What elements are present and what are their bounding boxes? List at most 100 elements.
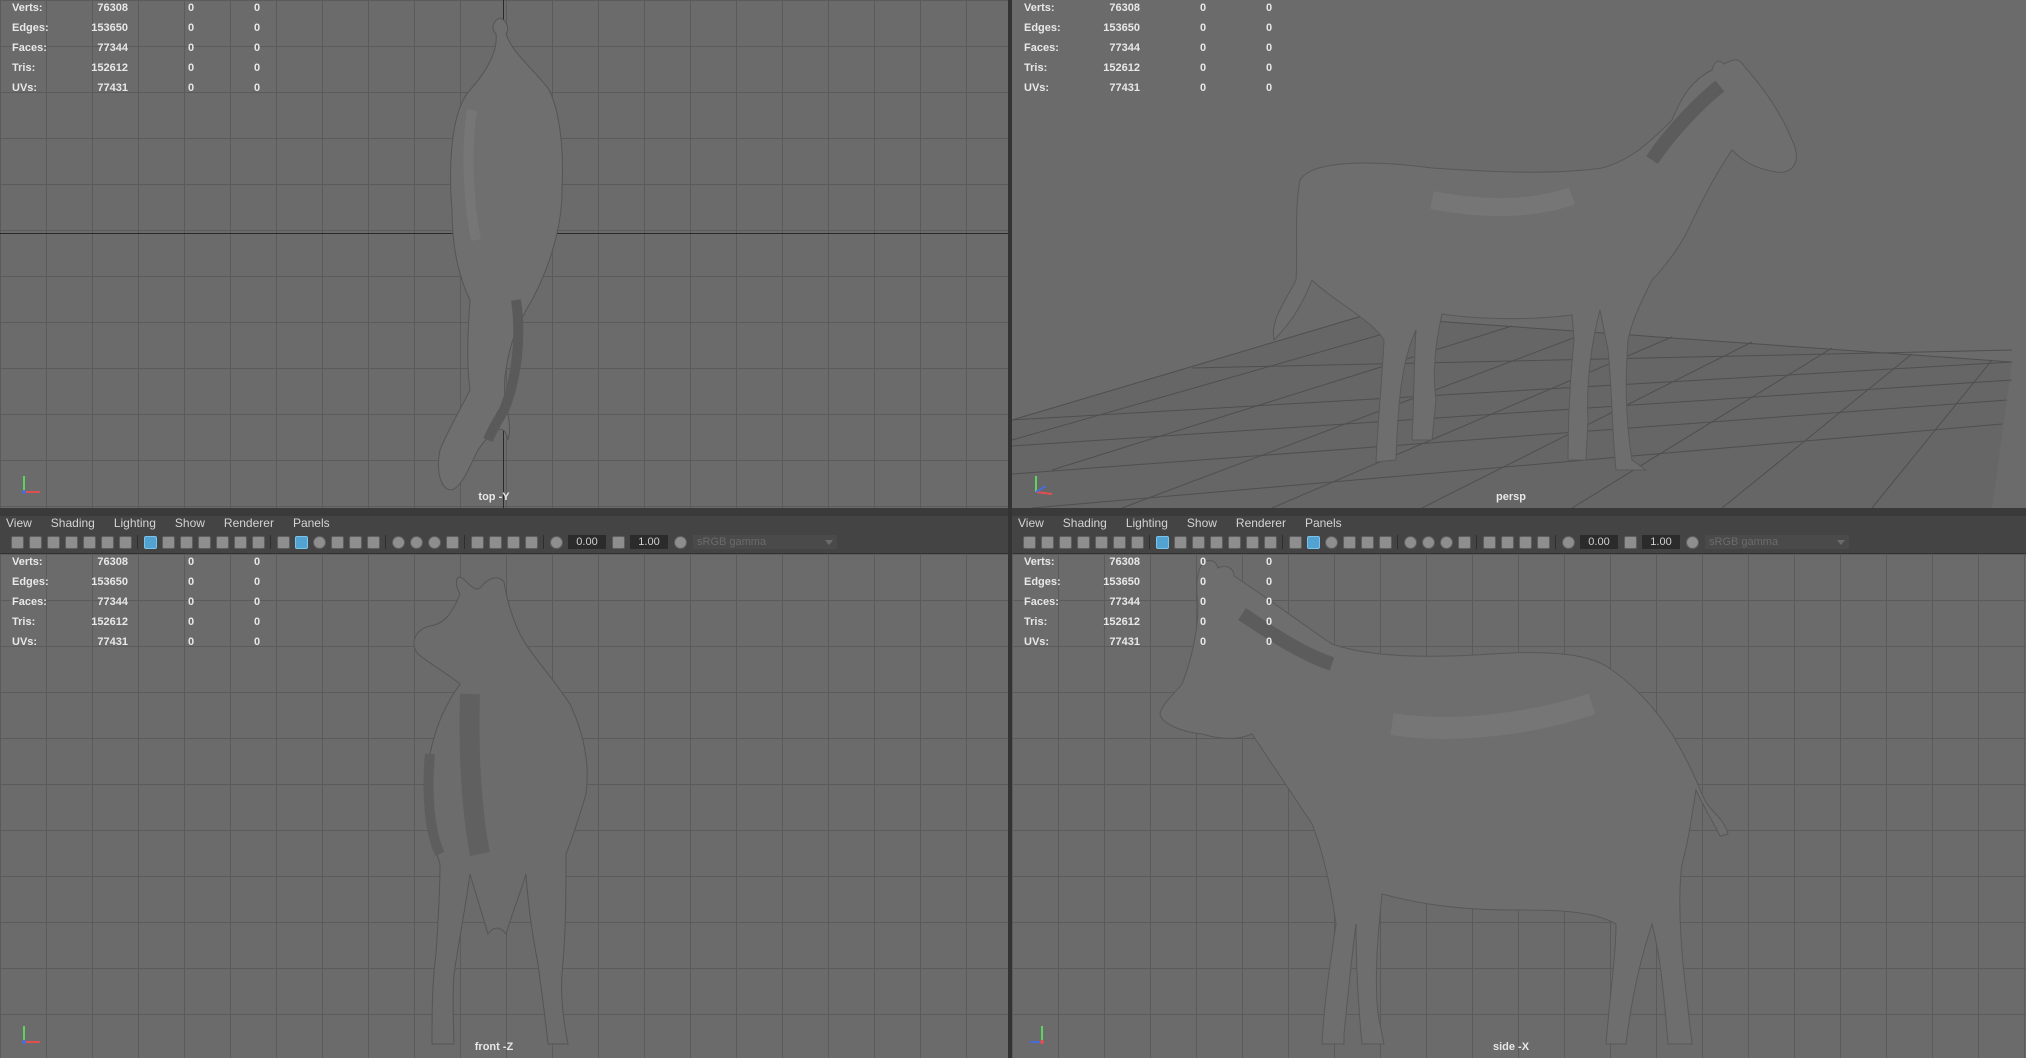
smooth-shade-icon[interactable]	[1306, 535, 1320, 549]
camera-attributes-icon[interactable]	[1058, 535, 1072, 549]
gate-mask-icon[interactable]	[197, 535, 211, 549]
film-gate-icon[interactable]	[1173, 535, 1187, 549]
shadows-icon[interactable]	[1403, 535, 1417, 549]
grease-pencil-icon[interactable]	[118, 535, 132, 549]
exposure-field[interactable]: 0.00	[568, 535, 606, 549]
gamma-field[interactable]: 1.00	[630, 535, 668, 549]
menu-show[interactable]: Show	[1187, 516, 1217, 530]
menu-panels[interactable]: Panels	[293, 516, 330, 530]
screen-space-ao-icon[interactable]	[1421, 535, 1435, 549]
resolution-gate-icon[interactable]	[179, 535, 193, 549]
grease-pencil-icon[interactable]	[1130, 535, 1144, 549]
safe-action-icon[interactable]	[233, 535, 247, 549]
wireframe-on-shaded-icon[interactable]	[1342, 535, 1356, 549]
menu-view[interactable]: View	[1018, 516, 1044, 530]
viewport-front[interactable]: Verts: 76308 0 0 Edges: 153650 0 0 Faces: 77344…	[0, 554, 1008, 1058]
motion-blur-icon[interactable]	[1439, 535, 1453, 549]
shadows-icon[interactable]	[391, 535, 405, 549]
menu-show[interactable]: Show	[175, 516, 205, 530]
exposure-icon[interactable]	[549, 535, 563, 549]
view-transform-dropdown[interactable]: sRGB gamma	[693, 535, 837, 549]
poly-count-hud: Verts: 76308 0 0 Edges: 153650 0 0 Faces: 77344…	[1024, 2, 1284, 102]
viewport-top[interactable]: Verts: 76308 0 0 Edges: 153650 0 0 Faces: 77344…	[0, 0, 1008, 508]
2d-pan-zoom-icon[interactable]	[100, 535, 114, 549]
hud-row-verts: Verts: 76308 0 0	[1024, 2, 1273, 14]
xray-joints-icon[interactable]	[1536, 535, 1550, 549]
hud-row-faces: Faces: 77344 0 0	[1024, 42, 1273, 54]
menu-lighting[interactable]: Lighting	[114, 516, 156, 530]
viewport-persp[interactable]: Verts: 76308 0 0 Edges: 153650 0 0 Faces: 77344…	[1012, 0, 2026, 508]
hud-row-uvs: UVs: 77431 0 0	[12, 636, 261, 648]
gamma-icon[interactable]	[1623, 535, 1637, 549]
hud-row-tris: Tris: 152612 0 0	[1024, 62, 1273, 74]
smooth-shade-icon[interactable]	[294, 535, 308, 549]
menu-view[interactable]: View	[6, 516, 32, 530]
safe-title-icon[interactable]	[1263, 535, 1277, 549]
bookmark-icon[interactable]	[64, 535, 78, 549]
camera-label: side -X	[1492, 1041, 1530, 1053]
menu-shading[interactable]: Shading	[51, 516, 95, 530]
field-chart-icon[interactable]	[215, 535, 229, 549]
camera-icon[interactable]	[10, 535, 24, 549]
lights-icon[interactable]	[1378, 535, 1392, 549]
image-plane-icon[interactable]	[82, 535, 96, 549]
hud-row-verts: Verts: 76308 0 0	[12, 2, 261, 14]
poly-count-hud: Verts: 76308 0 0 Edges: 153650 0 0 Faces: 77344…	[12, 556, 272, 656]
xray-active-icon[interactable]	[1518, 535, 1532, 549]
panel-toolbar: 0.00 1.00 sRGB gamma	[0, 531, 1008, 554]
xray-icon[interactable]	[488, 535, 502, 549]
exposure-field[interactable]: 0.00	[1580, 535, 1618, 549]
menu-lighting[interactable]: Lighting	[1126, 516, 1168, 530]
wireframe-on-shaded-icon[interactable]	[330, 535, 344, 549]
exposure-icon[interactable]	[1561, 535, 1575, 549]
gate-mask-icon[interactable]	[1209, 535, 1223, 549]
hud-row-faces: Faces: 77344 0 0	[1024, 596, 1273, 608]
hud-row-tris: Tris: 152612 0 0	[1024, 616, 1273, 628]
camera-attributes-icon[interactable]	[46, 535, 60, 549]
menu-panels[interactable]: Panels	[1305, 516, 1342, 530]
camera-lock-icon[interactable]	[28, 535, 42, 549]
image-plane-icon[interactable]	[1094, 535, 1108, 549]
hud-row-edges: Edges: 153650 0 0	[12, 22, 261, 34]
panel-toolbar: 0.00 1.00 sRGB gamma	[1012, 531, 2026, 554]
safe-title-icon[interactable]	[251, 535, 265, 549]
view-transform-dropdown[interactable]: sRGB gamma	[1705, 535, 1849, 549]
film-gate-icon[interactable]	[161, 535, 175, 549]
grid-icon[interactable]	[143, 535, 157, 549]
gamma-field[interactable]: 1.00	[1642, 535, 1680, 549]
panel-splitter-horizontal[interactable]	[0, 508, 2026, 516]
panel-splitter-vertical[interactable]	[1008, 0, 1012, 1058]
bookmark-icon[interactable]	[1076, 535, 1090, 549]
xray-joints-icon[interactable]	[524, 535, 538, 549]
color-management-icon[interactable]	[1685, 535, 1699, 549]
wireframe-icon[interactable]	[1288, 535, 1302, 549]
textured-icon[interactable]	[348, 535, 362, 549]
menu-renderer[interactable]: Renderer	[1236, 516, 1286, 530]
color-management-icon[interactable]	[673, 535, 687, 549]
grid-icon[interactable]	[1155, 535, 1169, 549]
motion-blur-icon[interactable]	[427, 535, 441, 549]
menu-renderer[interactable]: Renderer	[224, 516, 274, 530]
camera-icon[interactable]	[1022, 535, 1036, 549]
resolution-gate-icon[interactable]	[1191, 535, 1205, 549]
hud-row-edges: Edges: 153650 0 0	[1024, 22, 1273, 34]
safe-action-icon[interactable]	[1245, 535, 1259, 549]
default-material-icon[interactable]	[312, 535, 326, 549]
default-material-icon[interactable]	[1324, 535, 1338, 549]
anti-aliasing-icon[interactable]	[1457, 535, 1471, 549]
2d-pan-zoom-icon[interactable]	[1112, 535, 1126, 549]
xray-active-icon[interactable]	[506, 535, 520, 549]
viewport-side[interactable]: Verts: 76308 0 0 Edges: 153650 0 0 Faces: 77344…	[1012, 554, 2026, 1058]
menu-shading[interactable]: Shading	[1063, 516, 1107, 530]
isolate-select-icon[interactable]	[1482, 535, 1496, 549]
xray-icon[interactable]	[1500, 535, 1514, 549]
gamma-icon[interactable]	[611, 535, 625, 549]
anti-aliasing-icon[interactable]	[445, 535, 459, 549]
lights-icon[interactable]	[366, 535, 380, 549]
isolate-select-icon[interactable]	[470, 535, 484, 549]
field-chart-icon[interactable]	[1227, 535, 1241, 549]
textured-icon[interactable]	[1360, 535, 1374, 549]
wireframe-icon[interactable]	[276, 535, 290, 549]
camera-lock-icon[interactable]	[1040, 535, 1054, 549]
screen-space-ao-icon[interactable]	[409, 535, 423, 549]
